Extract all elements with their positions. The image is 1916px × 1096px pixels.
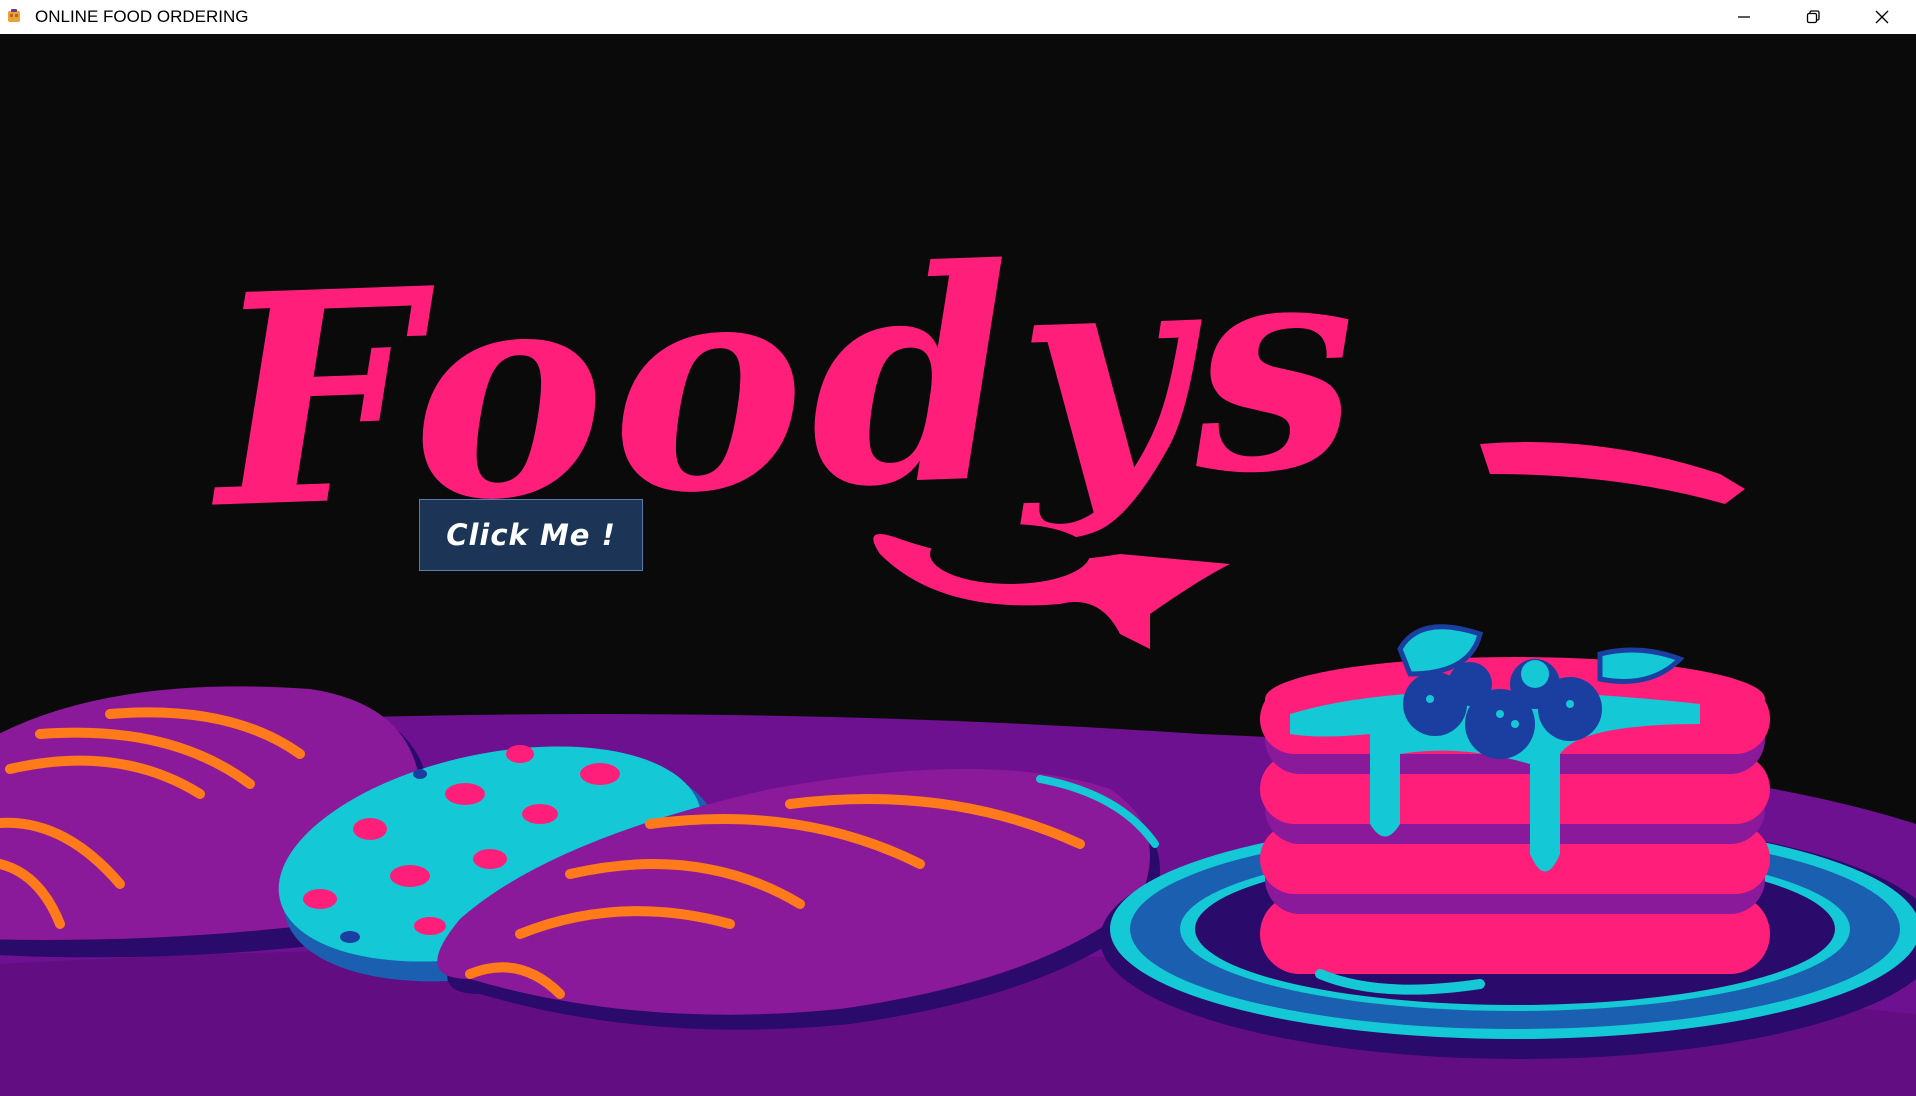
app-window: ONLINE FOOD ORDERING Foodys Click Me ! <box>0 0 1916 1096</box>
click-me-button[interactable]: Click Me ! <box>419 499 643 571</box>
hero-illustration: Foodys <box>0 34 1916 1096</box>
window-title: ONLINE FOOD ORDERING <box>35 7 249 26</box>
minimize-icon <box>1738 16 1750 18</box>
food-app-icon <box>6 8 22 24</box>
close-icon <box>1875 10 1889 24</box>
restore-button[interactable] <box>1778 0 1848 34</box>
foodys-logo: Foodys <box>200 193 1368 573</box>
restore-icon <box>1806 10 1820 24</box>
title-bar[interactable]: ONLINE FOOD ORDERING <box>0 0 1916 34</box>
minimize-button[interactable] <box>1709 0 1779 34</box>
close-button[interactable] <box>1847 0 1916 34</box>
main-content: Foodys Click Me ! <box>0 34 1916 1096</box>
pancake-stack <box>1260 624 1770 995</box>
